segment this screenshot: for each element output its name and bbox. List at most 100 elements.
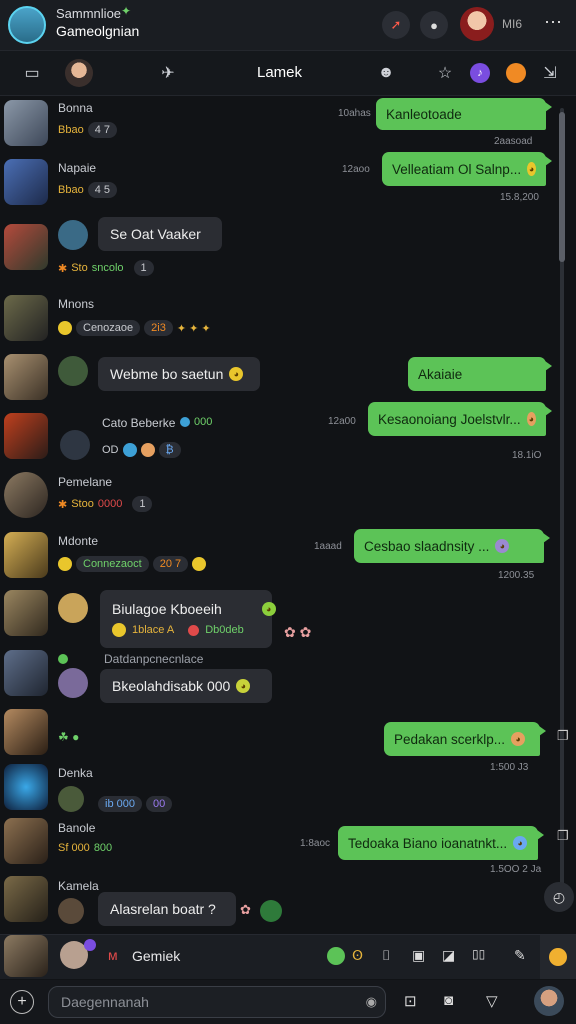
sender-avatar — [60, 430, 90, 460]
outgoing-message[interactable]: Kanleotoade — [376, 98, 552, 130]
incoming-message[interactable]: Se Oat Vaaker — [98, 217, 222, 251]
nav-bar: ▭ ✈ Lamek ☻ ☆ ♪ ⇲ — [0, 51, 576, 96]
gallery-icon[interactable]: ◪ — [442, 947, 455, 964]
contact-avatar[interactable] — [4, 764, 48, 810]
incoming-message[interactable]: Bkeolahdisabk 000 ◕ — [100, 669, 272, 703]
add-icon[interactable]: + — [10, 990, 34, 1014]
timestamp: 10ahas — [338, 108, 371, 119]
contact-avatar[interactable] — [4, 650, 48, 696]
contact-avatar[interactable] — [4, 100, 48, 146]
contact-avatar[interactable] — [4, 818, 48, 864]
star-icon[interactable]: ☆ — [433, 61, 457, 85]
incoming-message[interactable]: Webme bo saetun ◕ — [98, 357, 260, 391]
pen-icon[interactable]: ✎ — [514, 947, 526, 964]
copy-icon[interactable]: ❐ — [557, 828, 569, 844]
contact-avatar[interactable] — [4, 472, 48, 518]
contact-avatar[interactable] — [4, 590, 48, 636]
outgoing-message[interactable]: Velleatiam Ol Salnp... ◕ — [382, 152, 552, 186]
green-status-icon[interactable] — [327, 947, 345, 965]
sender-avatar — [58, 668, 88, 698]
gamepad-icon[interactable]: ◙ — [444, 992, 453, 1009]
chat-list[interactable]: Bonna Bbao 4 7 Napaie Bbao 4 5 Se Oat Va… — [0, 96, 552, 932]
music-icon[interactable]: ♪ — [470, 63, 490, 83]
contact-avatar[interactable] — [4, 876, 48, 922]
outgoing-message[interactable]: Cesbao slaadnsity ... ◕ — [354, 529, 550, 563]
contact-avatar[interactable] — [4, 295, 48, 341]
user-avatar[interactable] — [460, 7, 494, 41]
contact-meta: Bbao 4 5 — [58, 182, 117, 198]
more-icon[interactable]: ⋯ — [544, 12, 562, 33]
game-logo-icon: ᴍ — [108, 947, 118, 963]
online-dot — [58, 654, 68, 664]
emoji-icon — [58, 557, 72, 571]
contact-name: Mnons — [58, 297, 95, 311]
contact-name: Denka — [58, 766, 93, 780]
controller-icon[interactable]: ☻ — [374, 61, 398, 85]
emoji-icon[interactable]: Ꙩ — [352, 947, 363, 964]
gif-icon[interactable]: ▯▯ — [472, 947, 485, 961]
profile-avatar[interactable] — [8, 6, 46, 44]
contact-avatar[interactable] — [4, 532, 48, 578]
incoming-message[interactable]: Alasrelan boatr ? — [98, 892, 236, 926]
emoji-icon — [192, 557, 207, 571]
settings-icon[interactable]: ● — [420, 11, 448, 39]
pin-icon[interactable]: ➚ — [382, 11, 410, 39]
compose-name: Gemiek — [132, 948, 181, 964]
contact-name: Napaie — [58, 161, 97, 175]
app-subtitle: Gameolgnian — [56, 23, 140, 39]
sender-avatar — [58, 786, 84, 812]
contact-avatar[interactable] — [4, 159, 48, 205]
timestamp: 12aoo — [342, 164, 370, 175]
flower-icon: ✿ ✿ — [284, 624, 312, 640]
message-input[interactable]: Daegennanah ◉ — [48, 986, 386, 1018]
contact-name: Mdonte — [58, 534, 99, 548]
scrollbar[interactable] — [556, 98, 568, 934]
contact-meta: Cenozaoe 2i3 ✦ ✦ ✦ — [58, 320, 211, 336]
contact-avatar[interactable] — [4, 354, 48, 400]
contact-name: Banole — [58, 821, 96, 835]
incoming-message[interactable]: Biulagoe Kboeeih ◕ 1blace A Db0deb — [100, 590, 276, 648]
message-placeholder: Daegennanah — [61, 994, 149, 1010]
count-badge: 4 5 — [87, 182, 117, 198]
record-icon[interactable]: ◉ — [366, 994, 377, 1010]
outgoing-message[interactable]: Pedakan scerklp... ◕ — [384, 722, 546, 756]
outgoing-message[interactable]: Tedoaka Biano ioanatnkt... ◕ — [338, 826, 544, 860]
cast-icon[interactable]: ▭ — [20, 61, 44, 85]
app-title: Sammnlioe — [56, 6, 122, 21]
sender-avatar — [58, 356, 88, 386]
count-badge: 2i3 — [144, 320, 173, 336]
contact-name: Datdanpcnecnlace — [104, 652, 204, 666]
reaction-icon: ✿ — [240, 902, 251, 917]
image-icon[interactable]: ▣ — [412, 947, 425, 964]
contact-meta: ib 000 00 — [98, 796, 173, 812]
contact-avatar[interactable] — [4, 935, 48, 977]
game-icon[interactable]: ✈ — [156, 61, 180, 85]
count-badge: 4 7 — [87, 122, 117, 138]
camera-icon[interactable]: ⌷ — [382, 947, 390, 964]
contact-name: Cato Beberke — [102, 416, 176, 430]
sender-avatar — [58, 593, 88, 623]
share-icon[interactable]: ⇲ — [538, 61, 562, 85]
sticker-icon[interactable]: ⊡ — [404, 992, 417, 1010]
smiley-icon[interactable] — [540, 935, 576, 979]
contact-meta: OD ₿ — [102, 442, 181, 458]
scroll-thumb[interactable] — [559, 112, 565, 262]
contact-avatar[interactable] — [4, 709, 48, 755]
outgoing-message[interactable]: Akaiaie — [408, 357, 552, 391]
self-avatar[interactable] — [534, 986, 564, 1016]
contact-avatar[interactable] — [4, 224, 48, 270]
outgoing-message[interactable]: Kesaonoiang Joelstvlr... ◕ — [368, 402, 552, 436]
contact-name: Bonna — [58, 101, 93, 115]
contact-avatar[interactable] — [4, 413, 48, 459]
fox-icon[interactable]: ▽ — [486, 992, 498, 1010]
nav-avatar[interactable] — [65, 59, 93, 87]
refresh-icon[interactable] — [260, 900, 282, 922]
sender-avatar — [58, 898, 84, 924]
top-bar: Sammnlioe ✦ Gameolgnian ➚ ● MI6 ⋯ — [0, 0, 576, 51]
emoji-icon[interactable] — [506, 63, 526, 83]
clock-icon[interactable]: ◴ — [544, 882, 574, 912]
copy-icon[interactable]: ❐ — [557, 728, 569, 744]
contact-name: Pemelane — [58, 475, 113, 489]
contact-meta: 000 — [180, 416, 212, 428]
timestamp: 1.5OO 2 Ja — [490, 864, 542, 875]
